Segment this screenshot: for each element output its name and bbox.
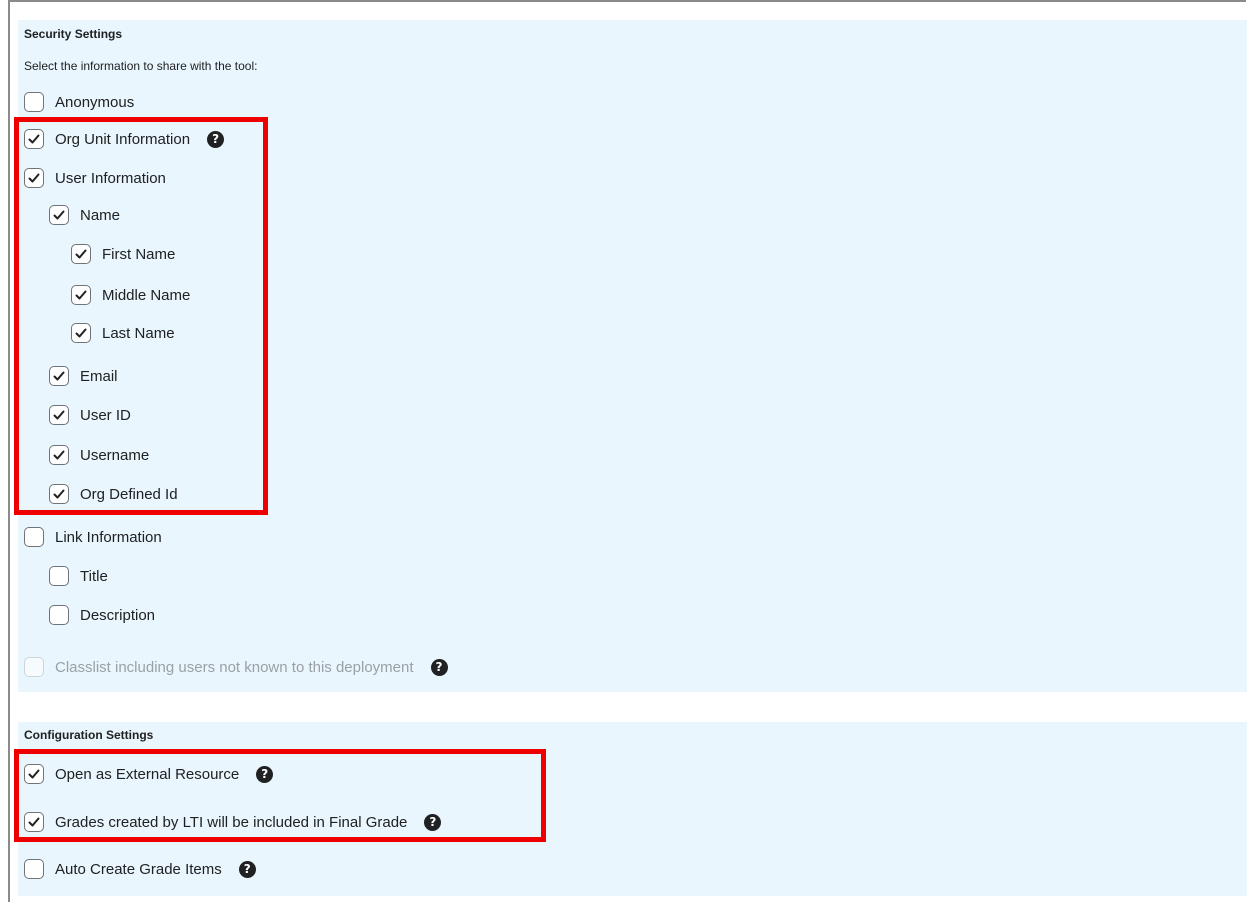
security-instruction: Select the information to share with the… — [24, 59, 258, 73]
first-name-option[interactable]: First Name — [71, 242, 175, 266]
title-option[interactable]: Title — [49, 564, 108, 588]
grades-in-final-grade-option[interactable]: Grades created by LTI will be included i… — [24, 810, 442, 834]
email-option[interactable]: Email — [49, 364, 118, 388]
help-icon[interactable]: ? — [207, 130, 225, 148]
description-checkbox[interactable] — [49, 605, 69, 625]
username-option[interactable]: Username — [49, 443, 149, 467]
help-icon[interactable]: ? — [430, 658, 448, 676]
open-as-external-resource-option[interactable]: Open as External Resource ? — [24, 762, 274, 786]
classlist-label: Classlist including users not known to t… — [55, 658, 414, 676]
middle-name-checkbox[interactable] — [71, 285, 91, 305]
name-option[interactable]: Name — [49, 203, 120, 227]
middle-name-option[interactable]: Middle Name — [71, 283, 190, 307]
link-information-label: Link Information — [55, 528, 162, 546]
middle-name-label: Middle Name — [102, 286, 191, 304]
user-information-option[interactable]: User Information — [24, 166, 166, 190]
username-checkbox[interactable] — [49, 445, 69, 465]
user-id-label: User ID — [80, 406, 131, 424]
configuration-settings-heading: Configuration Settings — [24, 728, 154, 742]
auto-create-grade-items-label: Auto Create Grade Items — [55, 860, 222, 878]
anonymous-checkbox[interactable] — [24, 92, 44, 112]
auto-create-grade-items-checkbox[interactable] — [24, 859, 44, 879]
title-label: Title — [80, 567, 108, 585]
user-id-option[interactable]: User ID — [49, 403, 131, 427]
help-icon[interactable]: ? — [256, 765, 274, 783]
link-information-checkbox[interactable] — [24, 527, 44, 547]
open-as-external-resource-checkbox[interactable] — [24, 764, 44, 784]
first-name-label: First Name — [102, 245, 176, 263]
last-name-checkbox[interactable] — [71, 323, 91, 343]
last-name-label: Last Name — [102, 324, 175, 342]
last-name-option[interactable]: Last Name — [71, 321, 175, 345]
user-id-checkbox[interactable] — [49, 405, 69, 425]
security-settings-heading: Security Settings — [24, 27, 123, 41]
classlist-option: Classlist including users not known to t… — [24, 655, 448, 679]
title-checkbox[interactable] — [49, 566, 69, 586]
description-option[interactable]: Description — [49, 603, 155, 627]
help-icon[interactable]: ? — [424, 813, 442, 831]
auto-create-grade-items-option[interactable]: Auto Create Grade Items ? — [24, 857, 256, 881]
security-settings-panel — [18, 20, 1247, 692]
email-checkbox[interactable] — [49, 366, 69, 386]
grades-in-final-grade-label: Grades created by LTI will be included i… — [55, 813, 408, 831]
org-unit-information-checkbox[interactable] — [24, 129, 44, 149]
username-label: Username — [80, 446, 150, 464]
link-information-option[interactable]: Link Information — [24, 525, 162, 549]
grades-in-final-grade-checkbox[interactable] — [24, 812, 44, 832]
anonymous-label: Anonymous — [55, 93, 135, 111]
org-defined-id-label: Org Defined Id — [80, 485, 178, 503]
open-as-external-resource-label: Open as External Resource — [55, 765, 240, 783]
org-defined-id-option[interactable]: Org Defined Id — [49, 482, 178, 506]
org-defined-id-checkbox[interactable] — [49, 484, 69, 504]
name-label: Name — [80, 206, 121, 224]
help-icon[interactable]: ? — [238, 860, 256, 878]
user-information-checkbox[interactable] — [24, 168, 44, 188]
org-unit-information-label: Org Unit Information — [55, 130, 191, 148]
email-label: Email — [80, 367, 118, 385]
description-label: Description — [80, 606, 156, 624]
classlist-checkbox — [24, 657, 44, 677]
org-unit-information-option[interactable]: Org Unit Information ? — [24, 127, 225, 151]
first-name-checkbox[interactable] — [71, 244, 91, 264]
user-information-label: User Information — [55, 169, 166, 187]
anonymous-option[interactable]: Anonymous — [24, 90, 134, 114]
name-checkbox[interactable] — [49, 205, 69, 225]
